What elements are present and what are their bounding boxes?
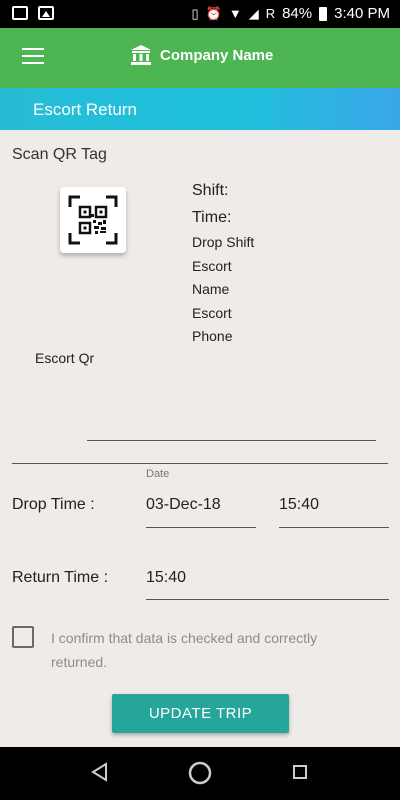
escort-phone-label-line1: Escort: [192, 305, 232, 321]
company-name: Company Name: [160, 46, 274, 64]
section-divider: [12, 463, 388, 464]
shift-label: Shift:: [192, 182, 229, 199]
return-time-label: Return Time :: [12, 569, 109, 586]
drop-date-field[interactable]: 03-Dec-18: [146, 496, 221, 514]
drop-date-underline: [146, 527, 256, 528]
return-time-field[interactable]: 15:40: [146, 569, 186, 587]
scan-qr-label: Scan QR Tag: [12, 146, 107, 163]
vibrate-icon: ▯: [191, 5, 199, 21]
qr-code-icon: [68, 195, 118, 245]
escort-name-label-line1: Escort: [192, 258, 232, 274]
confirm-checkbox[interactable]: [12, 626, 34, 648]
page-header: Escort Return: [0, 88, 400, 130]
brand: Company Name: [130, 44, 273, 66]
roaming-indicator: R: [265, 6, 276, 21]
escort-phone-label-line2: Phone: [192, 328, 233, 344]
drop-time-underline: [279, 527, 389, 528]
home-icon[interactable]: [187, 760, 213, 786]
time-label: Time:: [192, 209, 232, 226]
battery-icon: [319, 6, 328, 21]
update-trip-button[interactable]: UPDATE TRIP: [112, 694, 289, 733]
clock: 3:40 PM: [334, 5, 390, 22]
alarm-icon: ⏰: [205, 5, 222, 21]
drop-time-label: Drop Time :: [12, 496, 95, 513]
confirm-text: I confirm that data is checked and corre…: [51, 630, 318, 670]
escort-qr-label: Escort Qr: [35, 350, 95, 366]
navigation-bar: [0, 747, 400, 800]
wifi-icon: ▼: [228, 6, 242, 21]
drop-shift-label: Drop Shift: [192, 234, 255, 250]
bank-icon: [131, 45, 151, 65]
image-notification-icon: [38, 6, 54, 20]
signature-divider: [87, 440, 376, 441]
escort-name-label-line2: Name: [192, 281, 230, 297]
scan-qr-button[interactable]: [60, 187, 126, 253]
date-caption: Date: [146, 468, 170, 480]
page-title: Escort Return: [33, 100, 137, 119]
signal-icon: ◢: [248, 5, 259, 21]
status-bar: ▯ ⏰ ▼ ◢ R 84% 3:40 PM: [0, 0, 400, 28]
drop-time-field[interactable]: 15:40: [279, 496, 319, 514]
app-bar: Company Name: [0, 28, 400, 88]
hamburger-menu-icon[interactable]: [22, 48, 44, 66]
back-icon[interactable]: [90, 761, 110, 783]
notification-icon: [12, 6, 28, 20]
return-time-underline: [146, 599, 389, 600]
recent-apps-icon[interactable]: [292, 764, 308, 780]
battery-percent: 84%: [282, 5, 313, 22]
